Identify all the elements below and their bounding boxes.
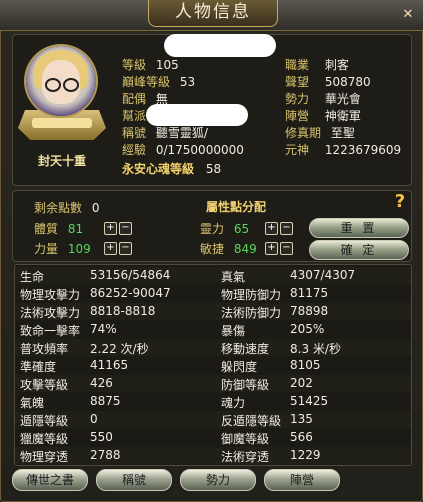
stat-row: 準確度 41165 躲閃度 8105 <box>20 358 321 374</box>
stat-row: 致命一擊率 74% 暴傷 205% <box>20 322 325 338</box>
stat-row: 物理攻擊力 86252-90047 物理防御力 81175 <box>20 286 329 302</box>
stats-table: 生命 53156/54864 真氣 4307/4307 物理攻擊力 86252-… <box>14 264 412 466</box>
stat-row: 普攻頻率 2.22 次/秒 移動速度 8.3 米/秒 <box>15 339 411 356</box>
stat-row: 遁隱等級 0 反遁隱等級 135 <box>15 411 411 428</box>
camp-button[interactable]: 陣營 <box>264 469 340 491</box>
title-field: 稱號 聽雪靈狐/ <box>122 126 208 140</box>
level-field: 等級 105 <box>122 58 179 72</box>
close-icon[interactable]: ✕ <box>401 8 415 22</box>
class-field: 職業 刺客 <box>285 58 349 72</box>
window-title: 人物信息 <box>148 0 278 27</box>
stat-row: 攻擊等級 426 防御等級 202 <box>15 375 411 392</box>
glasses-icon <box>45 78 79 92</box>
attr-spirit: 靈力 65 <box>200 222 250 236</box>
redacted-name <box>164 34 276 57</box>
soul-level-field: 永安心魂等級 58 <box>122 162 222 176</box>
peak-level-field: 巔峰等級 53 <box>122 75 196 89</box>
redacted-guild <box>146 104 248 126</box>
cultivation-field: 修真期 至聖 <box>285 126 355 140</box>
agility-minus-button[interactable]: − <box>280 242 293 255</box>
attr-agility: 敏捷 849 <box>200 242 257 256</box>
agility-plus-button[interactable]: + <box>265 242 278 255</box>
confirm-button[interactable]: 確 定 <box>309 240 409 260</box>
faction-button[interactable]: 勢力 <box>180 469 256 491</box>
faction-field: 勢力 華光會 <box>285 92 361 106</box>
title-bar[interactable]: 人物信息 ✕ <box>0 0 423 31</box>
stat-row: 物理穿透 2788 法術穿透 1229 <box>15 447 411 464</box>
help-icon[interactable]: ? <box>391 193 409 211</box>
camp-field: 陣營 神衛軍 <box>285 109 361 123</box>
titles-button[interactable]: 稱號 <box>96 469 172 491</box>
spirit-field: 元神 1223679609 <box>285 143 402 157</box>
attribute-section-title: 屬性點分配 <box>206 200 267 214</box>
constitution-plus-button[interactable]: + <box>104 222 117 235</box>
strength-plus-button[interactable]: + <box>104 242 117 255</box>
reputation-field: 聲望 508780 <box>285 75 371 89</box>
reset-button[interactable]: 重 置 <box>309 218 409 238</box>
rank-name: 封天十重 <box>37 154 86 168</box>
spirit-minus-button[interactable]: − <box>280 222 293 235</box>
experience-field: 經驗 0/1750000000 <box>122 143 244 157</box>
stat-row: 法術攻擊力 8818-8818 法術防御力 78898 <box>15 303 411 320</box>
stat-row: 獵魔等級 550 御魔等級 566 <box>20 430 313 446</box>
stat-row: 氣魄 8875 魂力 51425 <box>20 394 329 410</box>
attr-strength: 力量 109 <box>34 242 91 256</box>
spirit-plus-button[interactable]: + <box>265 222 278 235</box>
strength-minus-button[interactable]: − <box>119 242 132 255</box>
legacy-book-button[interactable]: 傳世之書 <box>12 469 88 491</box>
attr-constitution: 體質 81 <box>34 222 84 236</box>
avatar <box>14 38 110 164</box>
remaining-points: 剩余點數 0 <box>34 201 100 215</box>
constitution-minus-button[interactable]: − <box>119 222 132 235</box>
stat-row: 生命 53156/54864 真氣 4307/4307 <box>15 267 411 284</box>
